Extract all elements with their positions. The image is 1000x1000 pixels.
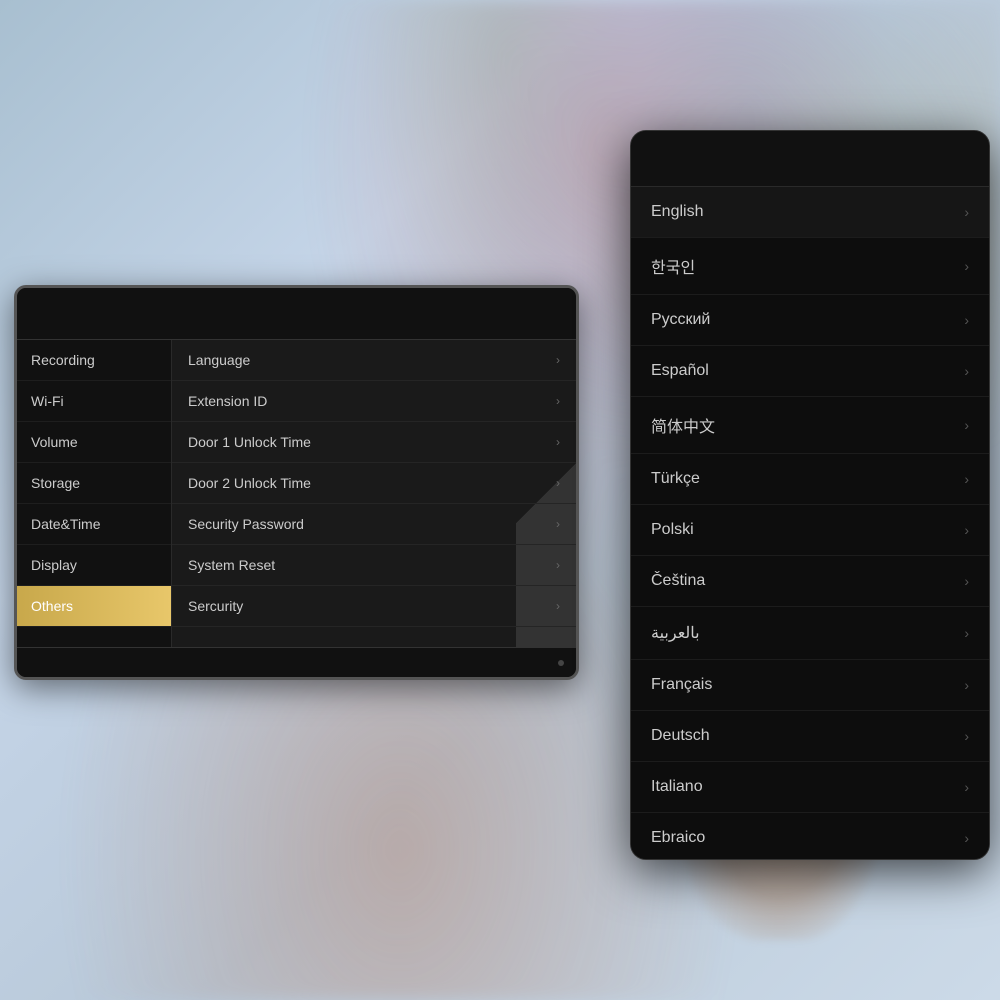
language-label-italian: Italiano xyxy=(651,778,703,796)
language-label-czech: Čeština xyxy=(651,572,705,590)
chevron-icon: › xyxy=(964,312,969,328)
menu-item-label-sercurity: Sercurity xyxy=(188,598,243,614)
menu-item-label-security-password: Security Password xyxy=(188,516,304,532)
language-label-korean: 한국인 xyxy=(651,254,695,278)
chevron-icon: › xyxy=(556,517,560,531)
language-item-polish[interactable]: Polski › xyxy=(631,505,989,556)
menu-item-label-system-reset: System Reset xyxy=(188,557,275,573)
device-footer xyxy=(17,647,576,677)
language-label-polish: Polski xyxy=(651,521,694,539)
phone-panel: English › 한국인 › Русский › Español › 简体中文 › Türkçe ›… xyxy=(630,130,990,860)
language-item-russian[interactable]: Русский › xyxy=(631,295,989,346)
chevron-icon: › xyxy=(556,599,560,613)
language-label-chinese: 简体中文 xyxy=(651,413,715,437)
language-item-korean[interactable]: 한국인 › xyxy=(631,238,989,295)
chevron-icon: › xyxy=(556,476,560,490)
device-panel: RecordingWi-FiVolumeStorageDate&TimeDisp… xyxy=(14,285,579,680)
language-label-spanish: Español xyxy=(651,362,709,380)
chevron-icon: › xyxy=(964,779,969,795)
chevron-icon: › xyxy=(964,522,969,538)
device-content: RecordingWi-FiVolumeStorageDate&TimeDisp… xyxy=(17,340,576,647)
chevron-icon: › xyxy=(964,677,969,693)
menu-item-sercurity[interactable]: Sercurity › xyxy=(172,586,576,627)
phone-header xyxy=(631,131,989,187)
sidebar-item-datetime[interactable]: Date&Time xyxy=(17,504,171,545)
menu-item-label-language: Language xyxy=(188,352,250,368)
language-label-hebrew: Ebraico xyxy=(651,829,705,847)
language-label-arabic: بالعربية xyxy=(651,623,700,643)
language-item-spanish[interactable]: Español › xyxy=(631,346,989,397)
chevron-icon: › xyxy=(964,573,969,589)
menu-item-security-password[interactable]: Security Password › xyxy=(172,504,576,545)
menu-item-extension-id[interactable]: Extension ID › xyxy=(172,381,576,422)
sidebar-item-others[interactable]: Others xyxy=(17,586,171,627)
sidebar-item-storage[interactable]: Storage xyxy=(17,463,171,504)
device-header xyxy=(17,288,576,340)
menu-item-door1-unlock[interactable]: Door 1 Unlock Time › xyxy=(172,422,576,463)
chevron-icon: › xyxy=(964,204,969,220)
menu-item-label-door2-unlock: Door 2 Unlock Time xyxy=(188,475,311,491)
chevron-icon: › xyxy=(964,625,969,641)
chevron-icon: › xyxy=(556,558,560,572)
sidebar-item-volume[interactable]: Volume xyxy=(17,422,171,463)
language-item-italian[interactable]: Italiano › xyxy=(631,762,989,813)
phone-language-list: English › 한국인 › Русский › Español › 简体中文 › Türkçe ›… xyxy=(631,187,989,859)
footer-dot xyxy=(558,660,564,666)
menu-item-system-reset[interactable]: System Reset › xyxy=(172,545,576,586)
chevron-icon: › xyxy=(556,435,560,449)
sidebar-item-recording[interactable]: Recording xyxy=(17,340,171,381)
chevron-icon: › xyxy=(964,728,969,744)
chevron-icon: › xyxy=(556,353,560,367)
language-item-chinese[interactable]: 简体中文 › xyxy=(631,397,989,454)
language-label-french: Français xyxy=(651,676,712,694)
language-label-russian: Русский xyxy=(651,311,710,329)
sidebar-item-display[interactable]: Display xyxy=(17,545,171,586)
menu-item-door2-unlock[interactable]: Door 2 Unlock Time › xyxy=(172,463,576,504)
language-item-german[interactable]: Deutsch › xyxy=(631,711,989,762)
language-item-turkish[interactable]: Türkçe › xyxy=(631,454,989,505)
chevron-icon: › xyxy=(964,417,969,433)
language-item-czech[interactable]: Čeština › xyxy=(631,556,989,607)
device-menu-list: Language›Extension ID›Door 1 Unlock Time… xyxy=(172,340,576,647)
device-sidebar: RecordingWi-FiVolumeStorageDate&TimeDisp… xyxy=(17,340,172,647)
menu-item-label-door1-unlock: Door 1 Unlock Time xyxy=(188,434,311,450)
language-item-arabic[interactable]: بالعربية › xyxy=(631,607,989,660)
chevron-icon: › xyxy=(964,471,969,487)
language-label-turkish: Türkçe xyxy=(651,470,700,488)
chevron-icon: › xyxy=(964,363,969,379)
chevron-icon: › xyxy=(964,258,969,274)
chevron-icon: › xyxy=(964,830,969,846)
language-item-english[interactable]: English › xyxy=(631,187,989,238)
language-label-german: Deutsch xyxy=(651,727,710,745)
chevron-icon: › xyxy=(556,394,560,408)
menu-item-label-extension-id: Extension ID xyxy=(188,393,267,409)
language-item-french[interactable]: Français › xyxy=(631,660,989,711)
language-label-english: English xyxy=(651,203,703,221)
menu-item-language[interactable]: Language › xyxy=(172,340,576,381)
language-item-hebrew[interactable]: Ebraico › xyxy=(631,813,989,859)
sidebar-item-wifi[interactable]: Wi-Fi xyxy=(17,381,171,422)
